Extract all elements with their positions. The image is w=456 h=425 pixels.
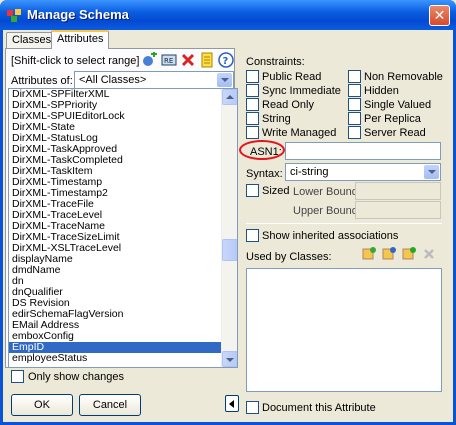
asn1-highlight-circle (239, 140, 285, 160)
syntax-value: ci-string (290, 166, 329, 178)
cancel-button-label: Cancel (92, 399, 128, 411)
close-button[interactable]: ✕ (429, 5, 450, 26)
show-inherited-checkbox[interactable] (246, 229, 259, 242)
add-class-icon[interactable] (361, 246, 377, 262)
help-icon[interactable]: ? (218, 52, 234, 68)
attributes-list[interactable]: DirXML-SPFilterXML DirXML-SPPriority DirXM… (8, 88, 238, 368)
ok-button-label: OK (34, 399, 50, 411)
attributes-list-scrollbar[interactable] (221, 89, 237, 367)
collapse-panel-button[interactable] (225, 395, 239, 412)
sized-checkbox[interactable] (246, 184, 259, 197)
attributes-of-value: <All Classes> (79, 74, 147, 86)
used-by-classes-list[interactable] (246, 268, 442, 392)
constraint-label: Server Read (364, 127, 426, 139)
schema-app-icon (7, 9, 21, 22)
constraint-label: Single Valued (364, 99, 432, 111)
only-show-changes-label: Only show changes (28, 371, 124, 383)
constraint-label: Public Read (262, 71, 322, 83)
scroll-down-button[interactable] (222, 351, 237, 367)
used-by-classes-label: Used by Classes: (246, 251, 332, 263)
add-class-2-icon[interactable] (381, 246, 397, 262)
add-attribute-icon[interactable] (142, 52, 158, 68)
lower-bound-field (355, 182, 441, 200)
dialog-client: Classes Attributes [Shift-click to selec… (3, 30, 453, 422)
constraint-label: Non Removable (364, 71, 443, 83)
tab-attributes[interactable]: Attributes (51, 30, 110, 49)
cancel-button[interactable]: Cancel (79, 394, 141, 416)
constraint-checkbox[interactable] (348, 70, 361, 83)
rename-icon[interactable]: RE (161, 52, 177, 68)
constraint-label: Per Replica (364, 113, 421, 125)
constraint-label: Read Only (262, 99, 314, 111)
constraint-checkbox[interactable] (348, 84, 361, 97)
upper-bound-field (355, 201, 441, 219)
delete-icon[interactable] (180, 52, 196, 68)
close-icon: ✕ (433, 7, 446, 23)
title-bar[interactable]: Manage Schema ✕ (0, 0, 456, 30)
constraint-checkbox[interactable] (246, 126, 259, 139)
chevron-down-icon[interactable] (424, 165, 439, 179)
svg-text:?: ? (223, 56, 229, 67)
constraint-label: String (262, 113, 291, 125)
constraint-checkbox[interactable] (246, 112, 259, 125)
separator (246, 223, 442, 224)
constraint-label: Write Managed (262, 127, 337, 139)
constraint-checkbox[interactable] (348, 112, 361, 125)
add-class-3-icon[interactable] (401, 246, 417, 262)
selection-hint: [Shift-click to select range] (11, 55, 140, 67)
upper-bound-label: Upper Bound: (293, 205, 361, 217)
constraint-checkbox[interactable] (348, 126, 361, 139)
tab-classes[interactable]: Classes (6, 32, 58, 48)
attributes-list-items: DirXML-SPFilterXML DirXML-SPPriority DirXM… (9, 89, 237, 364)
lower-bound-label: Lower Bound: (293, 186, 361, 198)
notes-icon[interactable] (199, 52, 215, 68)
document-attribute-label: Document this Attribute (262, 402, 376, 414)
tab-classes-label: Classes (12, 34, 52, 46)
ok-button[interactable]: OK (11, 394, 73, 416)
only-show-changes-checkbox[interactable] (11, 370, 24, 383)
constraint-label: Hidden (364, 85, 399, 97)
chevron-down-icon[interactable] (217, 73, 232, 87)
constraints-label: Constraints: (246, 56, 305, 68)
tab-attributes-label: Attributes (57, 33, 104, 45)
svg-text:RE: RE (164, 57, 173, 65)
list-item[interactable]: employeeStatus (9, 353, 237, 364)
constraint-checkbox[interactable] (246, 84, 259, 97)
scroll-up-button[interactable] (222, 89, 237, 105)
manage-schema-window: Manage Schema ✕ Classes Attributes [Shif… (0, 0, 456, 425)
attributes-of-label: Attributes of: (11, 75, 73, 87)
show-inherited-label: Show inherited associations (262, 230, 399, 242)
syntax-label: Syntax: (246, 168, 283, 180)
syntax-dropdown[interactable]: ci-string (285, 163, 441, 181)
asn1-field[interactable] (285, 142, 441, 160)
list-item[interactable]: dmdName (9, 265, 237, 276)
constraint-checkbox[interactable] (246, 98, 259, 111)
sized-label: Sized (262, 185, 290, 197)
constraint-label: Sync Immediate (262, 85, 341, 97)
constraint-checkbox[interactable] (348, 98, 361, 111)
document-attribute-checkbox[interactable] (246, 401, 259, 414)
remove-class-icon[interactable] (421, 246, 437, 262)
scroll-thumb[interactable] (222, 239, 237, 261)
window-title: Manage Schema (27, 7, 129, 22)
constraint-checkbox[interactable] (246, 70, 259, 83)
attributes-of-dropdown[interactable]: <All Classes> (74, 71, 234, 89)
